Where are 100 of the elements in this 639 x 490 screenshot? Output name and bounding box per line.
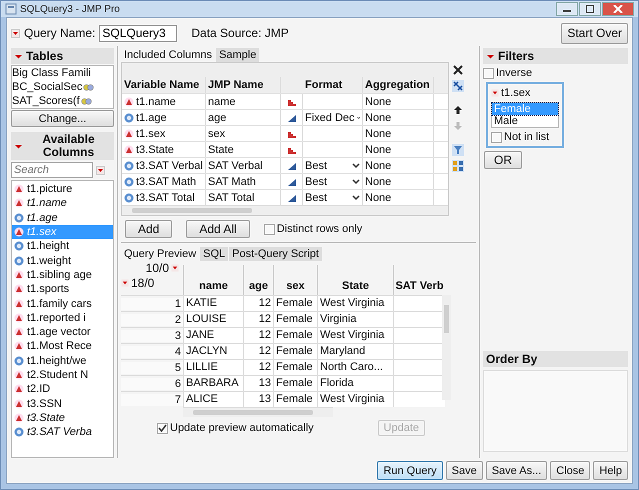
continuous-ramp-icon[interactable] — [288, 194, 296, 202]
change-button[interactable]: Change... — [11, 110, 114, 127]
available-columns-header[interactable]: Available Columns — [11, 132, 114, 160]
column-item[interactable]: t3.SSN — [27, 398, 62, 410]
menu-triangle-icon[interactable] — [491, 89, 499, 97]
column-item[interactable]: t1.name — [27, 197, 67, 210]
table-cell: BARBARA — [183, 376, 243, 391]
query-name-field[interactable]: SQLQuery3 — [99, 24, 178, 42]
column-item[interactable]: t1.sibling age — [27, 268, 92, 281]
close-icon[interactable] — [613, 5, 623, 13]
format-dropdown[interactable]: Best — [303, 158, 363, 173]
column-item[interactable]: t1.reported i — [27, 312, 86, 324]
filters-title: Filters — [498, 49, 534, 63]
link-icon — [83, 84, 94, 90]
row-number: 7 — [121, 394, 183, 406]
table-cell: age — [206, 110, 281, 125]
footer-button[interactable]: Save As... — [486, 461, 548, 480]
column-item[interactable]: t3.State — [27, 412, 65, 424]
available-columns-title: Available Columns — [41, 133, 96, 159]
table-cell: 13 — [243, 392, 273, 407]
footer-button[interactable]: Close — [550, 461, 590, 480]
table-cell: SAT Verbal — [206, 158, 281, 173]
filter-icon[interactable] — [452, 144, 464, 156]
sort-icon[interactable] — [452, 160, 464, 172]
table-item[interactable]: BC_SocialSec — [12, 81, 82, 93]
table-cell: Maryland — [317, 344, 393, 359]
vertical-scrollbar[interactable] — [442, 295, 451, 400]
remove-icon[interactable] — [452, 64, 464, 76]
inverse-checkbox[interactable]: Inverse — [483, 67, 628, 79]
column-item[interactable]: t2.Student N — [27, 369, 88, 381]
menu-triangle-icon[interactable] — [171, 264, 179, 272]
table-cell: None — [363, 142, 434, 157]
table-cell: sex — [206, 126, 281, 141]
table-item[interactable]: SAT_Scores(f — [12, 95, 80, 107]
distinct-rows-checkbox[interactable]: Distinct rows only — [264, 223, 362, 235]
menu-triangle-icon[interactable] — [121, 279, 129, 287]
menu-triangle-icon[interactable] — [11, 28, 20, 38]
nominal-bars-icon[interactable] — [288, 130, 296, 138]
column-item[interactable]: t3.SAT Verba — [27, 426, 92, 438]
column-item[interactable]: t1.weight — [27, 254, 72, 267]
chevron-down-icon — [352, 194, 360, 200]
column-item[interactable]: t1.age vector — [27, 326, 91, 338]
column-item[interactable]: t1.picture — [27, 183, 72, 196]
continuous-ramp-icon[interactable] — [288, 178, 296, 186]
tab[interactable]: Post-Query Script — [229, 247, 322, 261]
link-icon — [80, 98, 92, 104]
column-header: State — [317, 265, 393, 295]
table-cell: Female — [273, 312, 317, 327]
tab[interactable]: Sample — [216, 48, 260, 62]
horizontal-scrollbar[interactable] — [183, 407, 333, 417]
not-in-list-checkbox[interactable]: Not in list — [491, 131, 559, 143]
column-item[interactable]: t1.height/we — [27, 354, 86, 367]
table-cell: 12 — [243, 312, 273, 327]
column-header: Variable Name — [122, 77, 206, 93]
column-item[interactable]: t2.ID — [27, 383, 50, 396]
row-number: 4 — [121, 346, 183, 358]
table-cell: t1.sex — [136, 128, 166, 140]
horizontal-scrollbar[interactable] — [122, 205, 448, 215]
column-item[interactable]: t1.height — [27, 240, 70, 252]
format-dropdown[interactable]: Fixed Dec — [303, 110, 363, 125]
maximize-icon[interactable] — [585, 5, 595, 13]
search-field[interactable]: Search — [11, 162, 93, 178]
update-preview-checkbox[interactable]: Update preview automatically — [157, 422, 314, 434]
column-item[interactable]: t1.sports — [27, 283, 70, 296]
table-item[interactable]: Big Class Famili — [12, 67, 91, 79]
menu-triangle-icon[interactable] — [96, 166, 105, 174]
nominal-bars-icon[interactable] — [288, 98, 296, 106]
column-header: name — [183, 265, 243, 295]
nominal-icon — [124, 144, 134, 154]
table-cell: North Caro... — [317, 360, 393, 375]
app-icon — [5, 3, 17, 15]
tab[interactable]: SQL — [200, 247, 228, 261]
column-item[interactable]: t1.age — [27, 212, 58, 224]
continuous-ramp-icon[interactable] — [288, 162, 296, 170]
remove-all-icon[interactable] — [452, 80, 464, 92]
footer-button[interactable]: Help — [593, 461, 628, 480]
footer-button[interactable]: Save — [446, 461, 483, 480]
filter-value[interactable]: Male — [492, 115, 558, 127]
format-dropdown[interactable]: Best — [303, 174, 363, 189]
continuous-ramp-icon[interactable] — [288, 114, 296, 122]
nominal-bars-icon[interactable] — [288, 146, 296, 154]
row-count[interactable]: 18/0 — [121, 276, 183, 290]
column-count[interactable]: 10/0 — [146, 261, 179, 275]
column-item[interactable]: t1.family cars — [27, 298, 92, 310]
row-number: 2 — [121, 314, 183, 326]
add-button[interactable]: Add All — [186, 220, 250, 238]
tables-header[interactable]: Tables — [11, 48, 114, 64]
table-cell: None — [363, 94, 434, 109]
or-button[interactable]: OR — [484, 151, 522, 169]
start-over-button[interactable]: Start Over — [561, 22, 628, 44]
table-cell: Female — [273, 344, 317, 359]
filters-header[interactable]: Filters — [483, 48, 628, 64]
move-up-icon[interactable] — [452, 104, 464, 116]
add-button[interactable]: Add — [125, 220, 172, 238]
filter-title: t1.sex — [501, 87, 530, 99]
table-cell: Florida — [317, 376, 393, 391]
footer-button[interactable]: Run Query — [377, 461, 443, 480]
column-item[interactable]: t1.Most Rece — [27, 340, 92, 352]
query-name-label: Query Name: — [24, 26, 96, 40]
table-cell: name — [206, 94, 281, 109]
